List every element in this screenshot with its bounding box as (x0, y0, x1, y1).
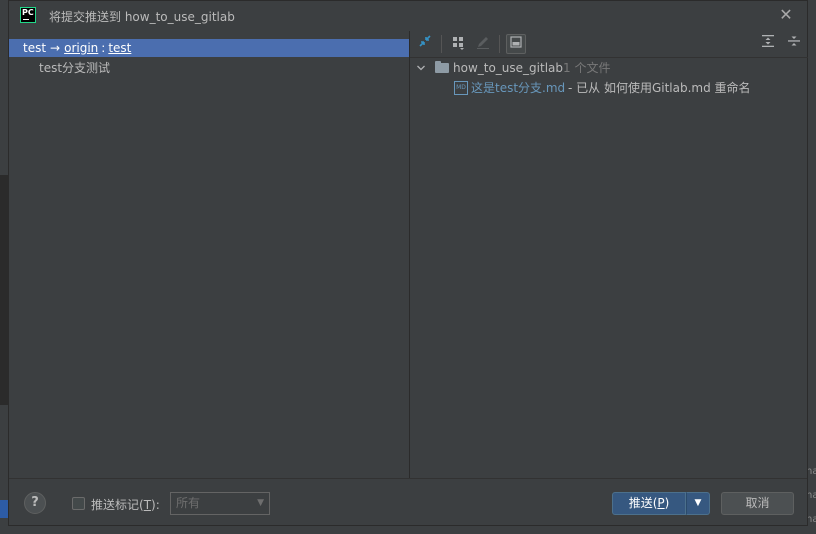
push-tags-label-prefix: 推送标记( (91, 498, 144, 512)
push-button-prefix: 推送( (628, 496, 658, 510)
ide-background-selection-strip (0, 500, 8, 518)
dropdown-arrow-icon: ▼ (257, 498, 264, 508)
ide-background-bottom (0, 526, 816, 534)
commits-panel: test → origin: test test分支测试 (9, 39, 409, 478)
ide-background-right (808, 0, 816, 534)
edit-icon[interactable] (473, 34, 493, 54)
branch-push-row[interactable]: test → origin: test (9, 39, 409, 57)
close-button[interactable]: ✕ (777, 6, 795, 24)
changes-panel: how_to_use_gitlab 1 个文件 MD 这是test分支.md -… (410, 31, 808, 478)
tree-folder-row[interactable]: how_to_use_gitlab 1 个文件 (410, 59, 808, 77)
push-button-mnemonic: P (657, 496, 665, 510)
help-icon: ? (31, 495, 39, 510)
push-button[interactable]: 推送(P) (612, 492, 686, 515)
footer-divider (9, 478, 807, 479)
local-branch-label: test (23, 41, 47, 55)
folder-name: how_to_use_gitlab (453, 61, 564, 75)
push-tags-mnemonic: T (143, 498, 152, 512)
push-tags-checkbox[interactable] (72, 497, 85, 510)
push-options-dropdown[interactable]: ▼ (686, 492, 710, 515)
tags-scope-select[interactable]: 所有 ▼ (170, 492, 270, 515)
toolbar-separator (441, 35, 442, 53)
push-arrow-icon: → (50, 41, 61, 55)
push-tags-label-suffix: ): (151, 498, 160, 512)
preview-diff-icon[interactable] (506, 34, 526, 54)
remote-name-link[interactable]: origin (64, 41, 98, 55)
expand-all-icon[interactable] (758, 34, 778, 54)
help-button[interactable]: ? (24, 492, 46, 514)
tags-scope-value: 所有 (176, 496, 201, 510)
ide-background-editor-strip (0, 175, 8, 405)
push-button-suffix: ) (664, 496, 670, 510)
cancel-button[interactable]: 取消 (721, 492, 794, 515)
dialog-title: 将提交推送到 how_to_use_gitlab (49, 10, 235, 24)
dropdown-arrow-icon: ▼ (694, 498, 702, 508)
push-commits-dialog: PC 将提交推送到 how_to_use_gitlab ✕ test → origi… (8, 0, 808, 526)
file-name-link[interactable]: 这是test分支.md (471, 79, 565, 97)
commit-list-item[interactable]: test分支测试 (39, 59, 110, 77)
dialog-titlebar[interactable]: PC 将提交推送到 how_to_use_gitlab ✕ (9, 1, 807, 31)
push-tags-label[interactable]: 推送标记(T): (91, 496, 160, 513)
file-count: 1 个文件 (563, 61, 611, 75)
pycharm-logo-icon: PC (20, 7, 36, 23)
branch-separator: : (101, 41, 106, 55)
expand-arrows-icon[interactable] (415, 34, 435, 54)
group-by-icon[interactable] (448, 34, 468, 54)
toolbar-separator (499, 35, 500, 53)
rename-note: - 已从 如何使用Gitlab.md 重命名 (568, 81, 751, 95)
tree-file-row[interactable]: MD 这是test分支.md - 已从 如何使用Gitlab.md 重命名 (410, 79, 808, 97)
close-icon: ✕ (779, 5, 793, 24)
markdown-file-icon: MD (454, 81, 468, 95)
changes-toolbar (410, 31, 808, 58)
commit-message: test分支测试 (39, 61, 111, 75)
folder-icon (435, 61, 449, 73)
collapse-all-icon[interactable] (784, 34, 804, 54)
remote-branch-link[interactable]: test (108, 41, 131, 55)
